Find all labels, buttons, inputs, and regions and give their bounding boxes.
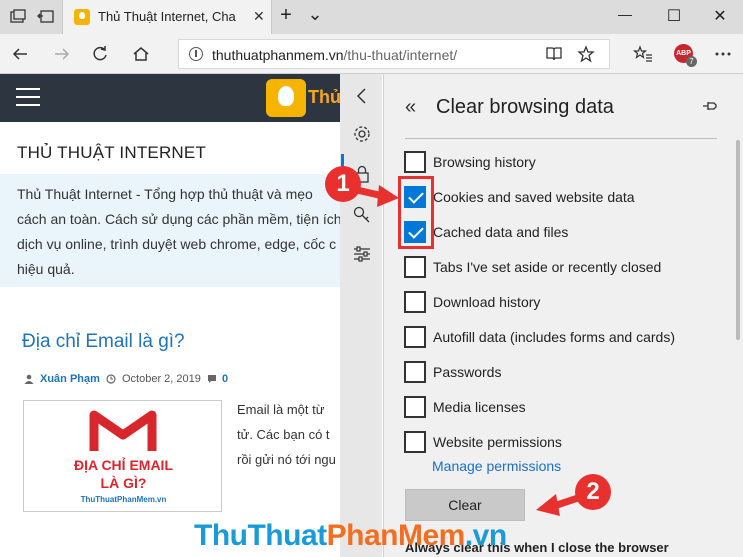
gear-icon[interactable] bbox=[352, 124, 372, 144]
step-2-arrow-icon bbox=[536, 494, 582, 516]
site-info-icon[interactable] bbox=[189, 47, 203, 61]
intro-line: dịch vụ online, trình duyệt web chrome, … bbox=[17, 236, 337, 252]
arrow-right-icon bbox=[55, 48, 70, 60]
watermark-part: Thu bbox=[194, 519, 248, 552]
url-path: /thu-thuat/internet/ bbox=[343, 47, 458, 63]
post-author-link[interactable]: Xuân Phạm bbox=[40, 373, 100, 385]
category-intro: Thủ Thuật Internet - Tổng hợp thủ thuật … bbox=[0, 174, 355, 287]
window-minimize-button[interactable]: — bbox=[615, 6, 635, 22]
home-icon bbox=[133, 47, 149, 61]
option-checkbox[interactable] bbox=[404, 431, 426, 453]
tab-strip: Thủ Thuật Internet, Cha ✕ + ⌄ — ☐ ✕ bbox=[0, 0, 743, 34]
site-logo-icon[interactable] bbox=[266, 79, 306, 117]
option-checkbox[interactable] bbox=[404, 151, 426, 173]
step-1-arrow-icon bbox=[355, 185, 399, 207]
option-label: Browsing history bbox=[433, 154, 536, 170]
author-icon bbox=[24, 374, 34, 384]
site-favicon-icon bbox=[74, 9, 90, 25]
home-button[interactable] bbox=[130, 43, 152, 65]
url-text: thuthuatphanmem.vn/thu-thuat/internet/ bbox=[212, 47, 457, 63]
option-label: Website permissions bbox=[433, 434, 562, 450]
refresh-icon bbox=[93, 46, 107, 61]
post-excerpt-line: rồi gửi nó tới ngu bbox=[237, 452, 336, 467]
tab-close-icon[interactable]: ✕ bbox=[253, 8, 265, 25]
panel-title: Clear browsing data bbox=[436, 96, 614, 118]
thumb-caption: ThuThuatPhanMem.vn bbox=[80, 495, 167, 504]
more-dots-icon bbox=[715, 52, 731, 56]
panel-scrollbar[interactable] bbox=[736, 140, 740, 340]
intro-line: cách an toàn. Cách sử dụng các phần mềm,… bbox=[17, 211, 342, 227]
collapse-chevron-icon[interactable] bbox=[352, 86, 372, 106]
adblock-count-badge: 7 bbox=[686, 56, 697, 67]
refresh-button[interactable] bbox=[89, 43, 111, 65]
window-close-button[interactable]: ✕ bbox=[710, 6, 730, 26]
category-title: THỦ THUẬT INTERNET bbox=[17, 143, 207, 162]
thumb-text: LÀ GÌ? bbox=[100, 475, 147, 491]
option-label: Autofill data (includes forms and cards) bbox=[433, 329, 675, 345]
post-comment-count[interactable]: 0 bbox=[222, 373, 228, 385]
menu-hamburger-icon[interactable] bbox=[16, 88, 40, 106]
clock-icon bbox=[106, 374, 116, 384]
settings-more-button[interactable] bbox=[712, 43, 734, 65]
window-maximize-button[interactable]: ☐ bbox=[664, 6, 684, 26]
book-icon bbox=[546, 47, 562, 61]
post-excerpt-line: Email là một từ bbox=[237, 402, 325, 417]
option-checkbox[interactable] bbox=[404, 291, 426, 313]
watermark-part: .vn bbox=[464, 519, 507, 552]
tab-title: Thủ Thuật Internet, Cha bbox=[98, 9, 236, 24]
favorite-button[interactable] bbox=[575, 43, 597, 65]
option-checkbox[interactable] bbox=[404, 256, 426, 278]
arrow-left-icon bbox=[12, 48, 27, 60]
address-bar: thuthuatphanmem.vn/thu-thuat/internet/ A… bbox=[0, 34, 743, 74]
watermark-part: Thuat bbox=[247, 519, 327, 552]
site-logo-text: Thủ bbox=[308, 87, 341, 107]
reading-view-button[interactable] bbox=[543, 43, 565, 65]
hub-icon-strip bbox=[340, 74, 382, 557]
post-title-link[interactable]: Địa chỉ Email là gì? bbox=[22, 331, 185, 353]
option-checkbox[interactable] bbox=[404, 361, 426, 383]
option-label: Passwords bbox=[433, 364, 502, 380]
back-button[interactable] bbox=[9, 43, 31, 65]
post-thumbnail[interactable]: ĐỊA CHỈ EMAIL LÀ GÌ? ThuThuatPhanMem.vn bbox=[23, 400, 222, 512]
option-checkbox[interactable] bbox=[404, 396, 426, 418]
option-label: Tabs I've set aside or recently closed bbox=[433, 259, 662, 275]
panel-back-icon[interactable]: « bbox=[405, 96, 416, 119]
favorites-hub-button[interactable] bbox=[632, 43, 654, 65]
comment-icon bbox=[208, 375, 216, 383]
tab-active[interactable]: Thủ Thuật Internet, Cha ✕ bbox=[62, 0, 272, 34]
sliders-icon[interactable] bbox=[352, 244, 372, 264]
tab-preview-icon[interactable] bbox=[9, 8, 27, 26]
url-domain: thuthuatphanmem.vn bbox=[212, 47, 344, 63]
watermark-part: PhanMem bbox=[326, 519, 466, 552]
option-label: Media licenses bbox=[433, 399, 526, 415]
option-label: Cached data and files bbox=[433, 224, 569, 240]
forward-button[interactable] bbox=[51, 43, 73, 65]
option-label: Download history bbox=[433, 294, 541, 310]
option-checkbox[interactable] bbox=[404, 326, 426, 348]
option-label: Cookies and saved website data bbox=[433, 189, 635, 205]
new-tab-button[interactable]: + bbox=[276, 4, 296, 27]
post-date: October 2, 2019 bbox=[122, 373, 201, 385]
site-header: Thủ bbox=[0, 74, 355, 122]
clear-browsing-data-panel bbox=[383, 74, 743, 557]
pin-icon[interactable] bbox=[702, 100, 718, 112]
panel-divider bbox=[405, 138, 717, 139]
intro-line: hiệu quả. bbox=[17, 261, 75, 277]
post-excerpt-line: tử. Các bạn có t bbox=[237, 427, 330, 442]
clear-button[interactable]: Clear bbox=[405, 489, 525, 521]
intro-line: Thủ Thuật Internet - Tổng hợp thủ thuật … bbox=[17, 186, 313, 202]
thumb-text: ĐỊA CHỈ EMAIL bbox=[73, 457, 174, 473]
gmail-logo-icon bbox=[89, 410, 157, 451]
highlight-box bbox=[398, 176, 434, 249]
tabs-aside-icon[interactable] bbox=[37, 8, 55, 26]
manage-permissions-link[interactable]: Manage permissions bbox=[432, 458, 561, 474]
tab-list-chevron-icon[interactable]: ⌄ bbox=[305, 4, 325, 25]
watermark-logo: ThuThuatPhanMem.vn bbox=[194, 519, 507, 553]
favorites-list-icon bbox=[633, 45, 652, 62]
star-icon bbox=[577, 45, 595, 63]
